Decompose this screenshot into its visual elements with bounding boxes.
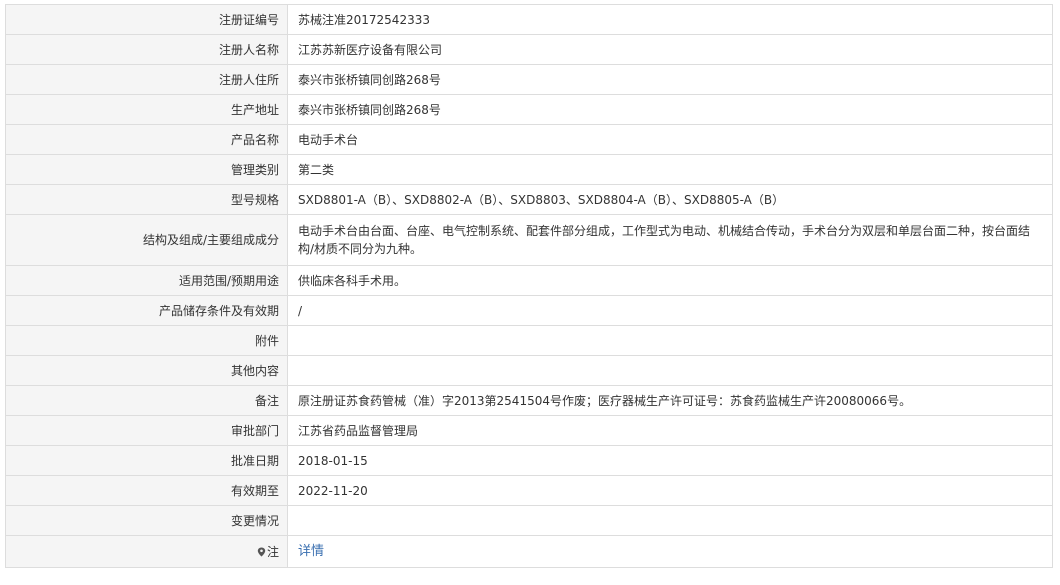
field-label: 注册人住所 [5, 64, 288, 95]
field-value: 第二类 [287, 154, 1053, 185]
field-label: 适用范围/预期用途 [5, 265, 288, 296]
note-value-cell: 详情 [287, 535, 1053, 568]
field-value: 电动手术台 [287, 124, 1053, 155]
table-row: 产品储存条件及有效期 / [5, 295, 1053, 326]
field-value: 江苏苏新医疗设备有限公司 [287, 34, 1053, 65]
field-label: 变更情况 [5, 505, 288, 536]
table-row: 备注 原注册证苏食药管械（准）字2013第2541504号作废；医疗器械生产许可… [5, 385, 1053, 416]
field-label: 管理类别 [5, 154, 288, 185]
table-row: 批准日期 2018-01-15 [5, 445, 1053, 476]
field-value: 2018-01-15 [287, 445, 1053, 476]
table-row: 适用范围/预期用途 供临床各科手术用。 [5, 265, 1053, 296]
field-label: 审批部门 [5, 415, 288, 446]
registration-detail-table: 注册证编号 苏械注准20172542333 注册人名称 江苏苏新医疗设备有限公司… [5, 4, 1053, 568]
field-label: 其他内容 [5, 355, 288, 386]
table-row: 注册人名称 江苏苏新医疗设备有限公司 [5, 34, 1053, 65]
field-value: 苏械注准20172542333 [287, 4, 1053, 35]
field-label: 附件 [5, 325, 288, 356]
field-label: 型号规格 [5, 184, 288, 215]
map-pin-icon [257, 547, 266, 557]
table-row: 产品名称 电动手术台 [5, 124, 1053, 155]
field-value: 供临床各科手术用。 [287, 265, 1053, 296]
field-value: 泰兴市张桥镇同创路268号 [287, 94, 1053, 125]
table-row: 其他内容 [5, 355, 1053, 386]
table-row: 附件 [5, 325, 1053, 356]
table-row: 注册证编号 苏械注准20172542333 [5, 4, 1053, 35]
field-label: 有效期至 [5, 475, 288, 506]
field-value: 江苏省药品监督管理局 [287, 415, 1053, 446]
field-label: 结构及组成/主要组成成分 [5, 214, 288, 266]
table-row: 注册人住所 泰兴市张桥镇同创路268号 [5, 64, 1053, 95]
field-value: SXD8801-A（B）、SXD8802-A（B）、SXD8803、SXD880… [287, 184, 1053, 215]
field-label: 生产地址 [5, 94, 288, 125]
table-row: 审批部门 江苏省药品监督管理局 [5, 415, 1053, 446]
table-row: 结构及组成/主要组成成分 电动手术台由台面、台座、电气控制系统、配套件部分组成，… [5, 214, 1053, 266]
details-link[interactable]: 详情 [298, 544, 324, 559]
field-label: 备注 [5, 385, 288, 416]
field-label: 注册证编号 [5, 4, 288, 35]
field-label: 批准日期 [5, 445, 288, 476]
field-label: 产品储存条件及有效期 [5, 295, 288, 326]
field-value [287, 355, 1053, 386]
field-value: 原注册证苏食药管械（准）字2013第2541504号作废；医疗器械生产许可证号：… [287, 385, 1053, 416]
table-row-note: 注 详情 [5, 535, 1053, 568]
table-row: 生产地址 泰兴市张桥镇同创路268号 [5, 94, 1053, 125]
field-value: 电动手术台由台面、台座、电气控制系统、配套件部分组成，工作型式为电动、机械结合传… [287, 214, 1053, 266]
table-row: 管理类别 第二类 [5, 154, 1053, 185]
table-row: 有效期至 2022-11-20 [5, 475, 1053, 506]
field-value [287, 325, 1053, 356]
field-value: 泰兴市张桥镇同创路268号 [287, 64, 1053, 95]
field-label: 注册人名称 [5, 34, 288, 65]
table-row: 型号规格 SXD8801-A（B）、SXD8802-A（B）、SXD8803、S… [5, 184, 1053, 215]
field-value: 2022-11-20 [287, 475, 1053, 506]
note-label: 注 [266, 544, 279, 559]
table-row: 变更情况 [5, 505, 1053, 536]
field-value [287, 505, 1053, 536]
field-value: / [287, 295, 1053, 326]
field-label: 产品名称 [5, 124, 288, 155]
note-label-cell: 注 [5, 535, 288, 568]
